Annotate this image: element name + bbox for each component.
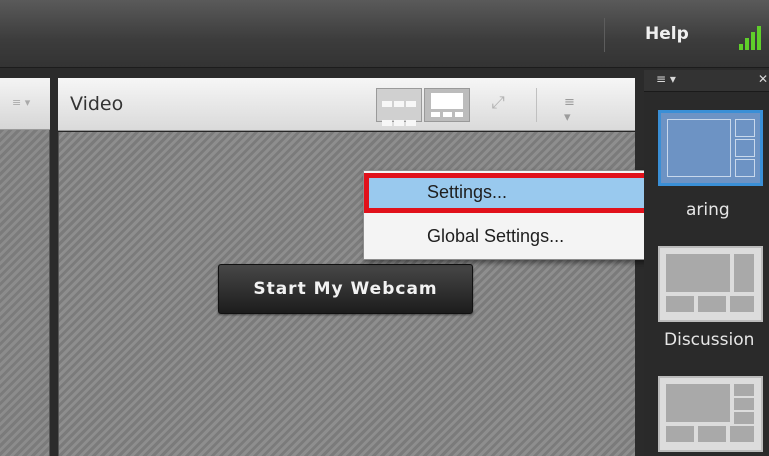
panel-menu-icon[interactable]: ≡ ▾ xyxy=(656,72,676,86)
toolbar-divider xyxy=(604,18,605,52)
layout-thumbnail-sharing[interactable] xyxy=(658,110,763,186)
layout-label-discussion: Discussion xyxy=(664,330,755,350)
menu-item-settings[interactable]: Settings... xyxy=(364,173,685,213)
layout-thumbnail-third[interactable] xyxy=(658,376,763,452)
pod-options-menu: Settings... Global Settings... xyxy=(363,170,686,260)
layout-label-sharing: aring xyxy=(686,200,730,220)
pod-menu-icon[interactable]: ≡ ▾ xyxy=(564,95,575,125)
top-bar: Help xyxy=(0,0,769,68)
layouts-panel: ≡ ▾ ✕ aring Discussion xyxy=(644,70,769,456)
help-menu[interactable]: Help xyxy=(645,24,689,44)
left-pod-header: ≡ ▾ xyxy=(0,78,50,130)
video-pod-header: Video ⤢ ≡ ▾ xyxy=(58,78,635,145)
pod-title: Video xyxy=(70,93,124,115)
speaker-view-icon[interactable] xyxy=(424,88,470,122)
left-pod-body xyxy=(0,130,50,456)
pod-menu-icon[interactable]: ≡ ▾ xyxy=(12,96,30,109)
grid-view-icon[interactable] xyxy=(376,88,422,145)
left-pod: ≡ ▾ xyxy=(0,78,50,456)
layouts-panel-header: ≡ ▾ ✕ xyxy=(644,70,769,92)
connection-signal-icon[interactable] xyxy=(737,24,769,50)
toolbar-separator xyxy=(536,88,537,122)
fullscreen-icon[interactable]: ⤢ xyxy=(484,88,512,118)
start-webcam-button[interactable]: Start My Webcam xyxy=(218,264,473,314)
menu-item-global-settings[interactable]: Global Settings... xyxy=(364,217,685,255)
close-icon[interactable]: ✕ xyxy=(758,72,768,86)
layout-thumbnail-discussion[interactable] xyxy=(658,246,763,322)
